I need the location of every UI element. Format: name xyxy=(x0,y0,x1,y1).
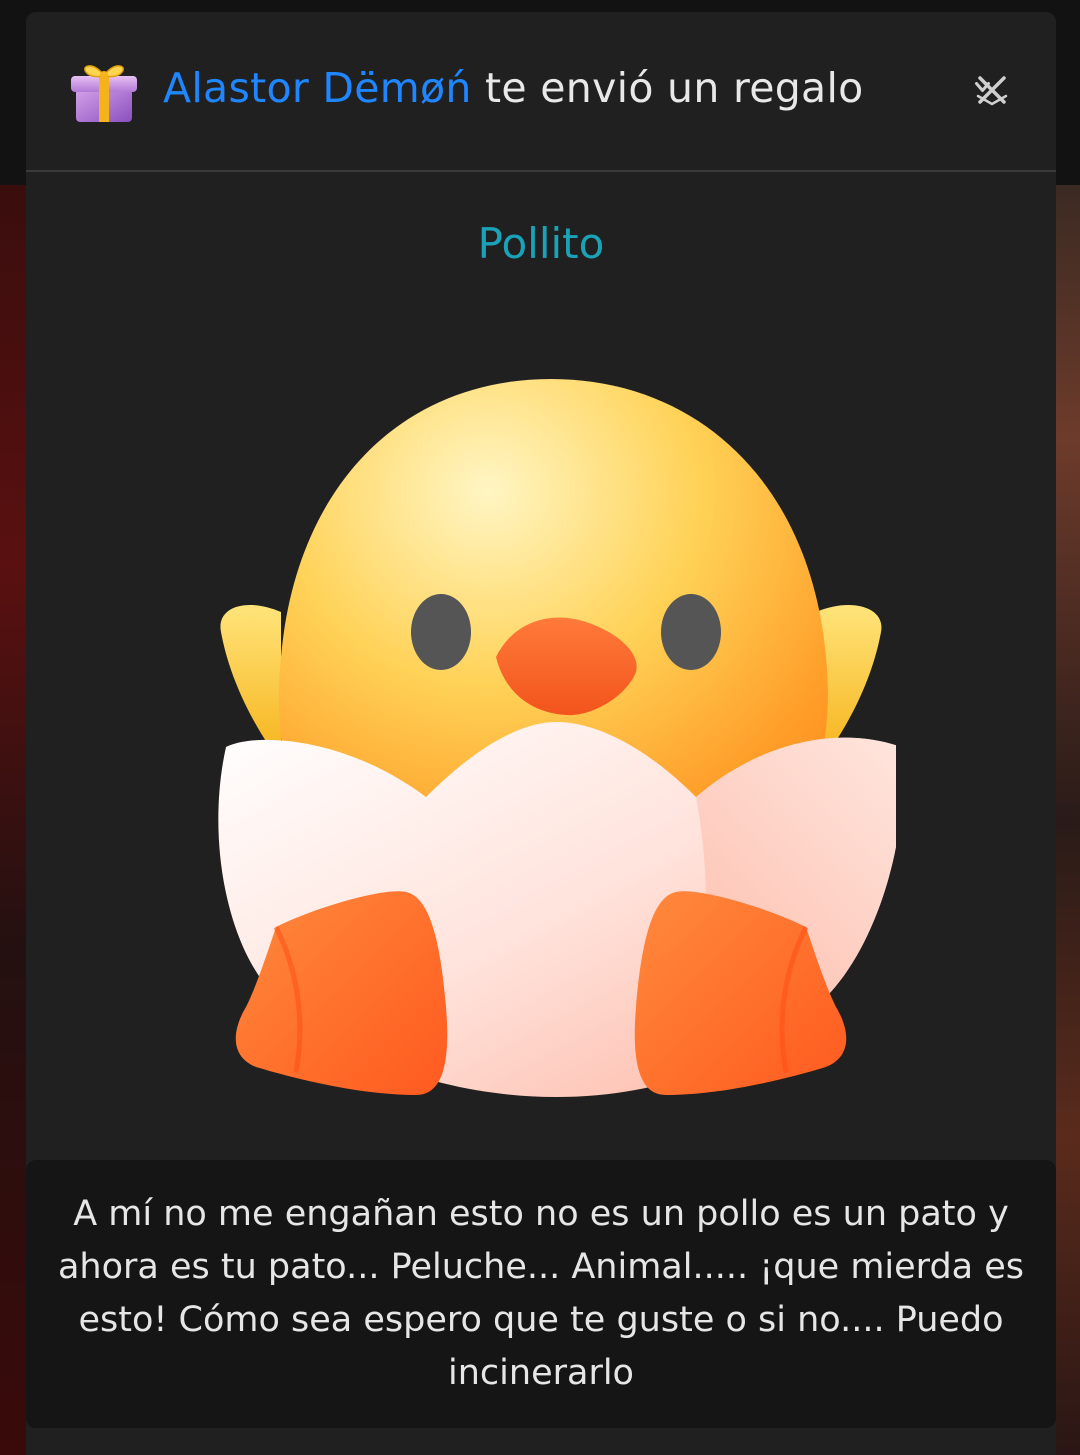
sender-name-link[interactable]: Alastor Dëmøń xyxy=(163,64,472,112)
gift-box-icon xyxy=(68,54,140,126)
gift-name: Pollito xyxy=(477,219,605,268)
gift-message-text: A mí no me engañan esto no es un pollo e… xyxy=(57,1194,1025,1393)
background-content-left xyxy=(0,185,26,1455)
background-content-right xyxy=(1054,185,1080,1455)
dialog-header: Alastor Dëmøń te envió un regalo xyxy=(26,12,1056,172)
title-suffix: te envió un regalo xyxy=(471,64,864,112)
baby-chick-hatching-icon xyxy=(186,367,903,1097)
gift-received-dialog: Alastor Dëmøń te envió un regalo Pollito xyxy=(26,12,1056,1455)
gift-message-box: A mí no me engañan esto no es un pollo e… xyxy=(26,1160,1056,1428)
close-icon xyxy=(975,76,1008,106)
dialog-title: Alastor Dëmøń te envió un regalo xyxy=(163,62,864,114)
close-button[interactable] xyxy=(970,68,1014,112)
